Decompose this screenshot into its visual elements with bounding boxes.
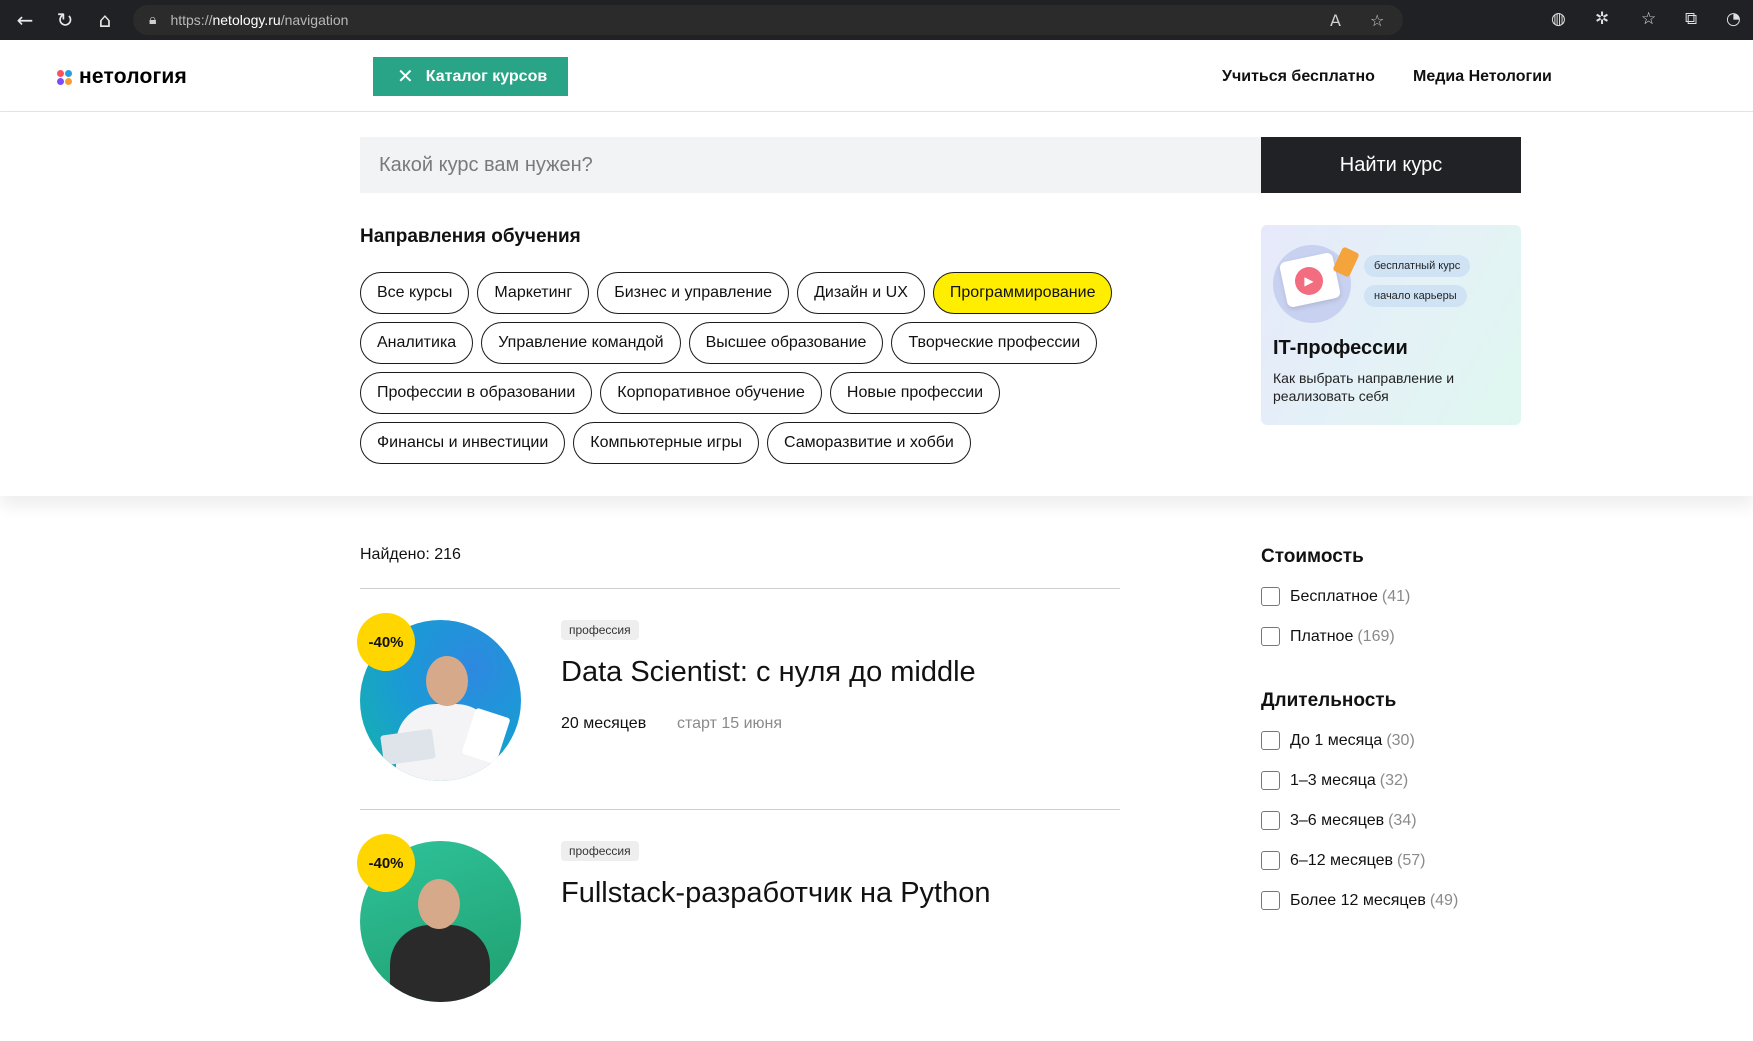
filter-option[interactable]: До 1 месяца (30) — [1261, 731, 1415, 750]
address-bar[interactable]: 🔒︎ https://netology.ru/navigation A ☆ — [133, 5, 1403, 35]
checkbox[interactable] — [1261, 771, 1280, 790]
course-card[interactable]: -40% профессия Fullstack-разработчик на … — [357, 834, 1120, 1041]
chip-higher-education[interactable]: Высшее образование — [688, 322, 884, 364]
promo-tag: начало карьеры — [1364, 285, 1467, 307]
cost-filter-title: Стоимость — [1261, 546, 1364, 567]
extensions-icon[interactable]: ✲ — [1595, 9, 1609, 29]
chip-marketing[interactable]: Маркетинг — [477, 272, 590, 314]
close-icon: ✕ — [397, 66, 414, 88]
read-aloud-icon[interactable]: A — [1330, 11, 1341, 30]
direction-chips: Все курсы Маркетинг Бизнес и управление … — [360, 272, 1160, 472]
chip-new-professions[interactable]: Новые профессии — [829, 372, 1001, 414]
checkbox[interactable] — [1261, 811, 1280, 830]
chip-creative[interactable]: Творческие профессии — [891, 322, 1098, 364]
course-title[interactable]: Data Scientist: с нуля до middle — [561, 656, 976, 689]
profile-icon[interactable]: ◔ — [1726, 9, 1741, 29]
chip-corporate[interactable]: Корпоративное обучение — [600, 372, 822, 414]
chip-row: Финансы и инвестиции Компьютерные игры С… — [360, 422, 1160, 464]
filter-option[interactable]: 6–12 месяцев (57) — [1261, 851, 1425, 870]
duration-filter-title: Длительность — [1261, 690, 1397, 711]
catalog-panel: Какой курс вам нужен? Найти курс Направл… — [0, 113, 1753, 496]
filter-option[interactable]: Более 12 месяцев (49) — [1261, 891, 1458, 910]
globe-icon[interactable]: ◍ — [1551, 9, 1566, 29]
checkbox[interactable] — [1261, 891, 1280, 910]
url-text: https://netology.ru/navigation — [170, 12, 349, 28]
course-start: старт 15 июня — [677, 715, 783, 732]
filter-option[interactable]: 3–6 месяцев (34) — [1261, 811, 1417, 830]
chip-games[interactable]: Компьютерные игры — [573, 422, 759, 464]
filter-option[interactable]: Бесплатное (41) — [1261, 587, 1410, 606]
discount-badge: -40% — [357, 613, 415, 671]
favorite-star-icon[interactable]: ☆ — [1370, 11, 1384, 30]
play-icon: ▶ — [1295, 267, 1323, 295]
chip-all-courses[interactable]: Все курсы — [360, 272, 470, 314]
search-button[interactable]: Найти курс — [1261, 137, 1521, 193]
chip-self-development[interactable]: Саморазвитие и хобби — [766, 422, 971, 464]
chip-finance[interactable]: Финансы и инвестиции — [360, 422, 566, 464]
course-type-badge: профессия — [561, 620, 639, 640]
checkbox[interactable] — [1261, 731, 1280, 750]
collections-icon[interactable]: ⧉ — [1685, 9, 1697, 29]
discount-badge: -40% — [357, 834, 415, 892]
lock-icon: 🔒︎ — [149, 12, 157, 28]
chip-business[interactable]: Бизнес и управление — [597, 272, 790, 314]
course-title[interactable]: Fullstack-разработчик на Python — [561, 877, 990, 910]
catalog-button[interactable]: ✕ Каталог курсов — [373, 57, 568, 96]
site-header: нетология ✕ Каталог курсов Учиться беспл… — [0, 40, 1753, 112]
search-input[interactable]: Какой курс вам нужен? — [360, 137, 1261, 193]
home-icon[interactable]: ⌂ — [90, 5, 120, 35]
promo-description: Как выбрать направление и реализовать се… — [1273, 370, 1455, 404]
promo-card[interactable]: ▶ бесплатный курс начало карьеры IT-проф… — [1261, 225, 1521, 425]
chip-analytics[interactable]: Аналитика — [360, 322, 474, 364]
reload-icon[interactable]: ↻ — [50, 5, 80, 35]
chip-row: Все курсы Маркетинг Бизнес и управление … — [360, 272, 1160, 314]
results-count: Найдено: 216 — [360, 546, 461, 563]
checkbox[interactable] — [1261, 851, 1280, 870]
filter-option[interactable]: Платное (169) — [1261, 627, 1395, 646]
chip-team-management[interactable]: Управление командой — [481, 322, 681, 364]
course-card[interactable]: -40% профессия Data Scientist: с нуля до… — [357, 613, 1120, 820]
checkbox[interactable] — [1261, 587, 1280, 606]
course-duration: 20 месяцев — [561, 715, 647, 732]
promo-title: IT-профессии — [1273, 337, 1408, 359]
chip-row: Аналитика Управление командой Высшее обр… — [360, 322, 1160, 364]
logo-mark-icon — [57, 69, 72, 85]
media-link[interactable]: Медиа Нетологии — [1413, 68, 1552, 86]
divider — [360, 588, 1120, 589]
promo-tag: бесплатный курс — [1364, 255, 1471, 277]
checkbox[interactable] — [1261, 627, 1280, 646]
filter-option[interactable]: 1–3 месяца (32) — [1261, 771, 1408, 790]
logo-text: нетология — [79, 65, 187, 88]
divider — [360, 809, 1120, 810]
back-icon[interactable]: ← — [10, 5, 40, 35]
browser-toolbar: ← ↻ ⌂ 🔒︎ https://netology.ru/navigation … — [0, 0, 1753, 40]
logo[interactable]: нетология — [57, 65, 187, 89]
course-type-badge: профессия — [561, 841, 639, 861]
chip-programming[interactable]: Программирование — [932, 272, 1113, 314]
favorites-icon[interactable]: ☆ — [1641, 9, 1656, 29]
catalog-button-label: Каталог курсов — [425, 67, 548, 85]
chip-education-professions[interactable]: Профессии в образовании — [360, 372, 593, 414]
chip-design[interactable]: Дизайн и UX — [797, 272, 925, 314]
learn-free-link[interactable]: Учиться бесплатно — [1222, 68, 1375, 86]
directions-title: Направления обучения — [360, 226, 581, 247]
chip-row: Профессии в образовании Корпоративное об… — [360, 372, 1160, 414]
